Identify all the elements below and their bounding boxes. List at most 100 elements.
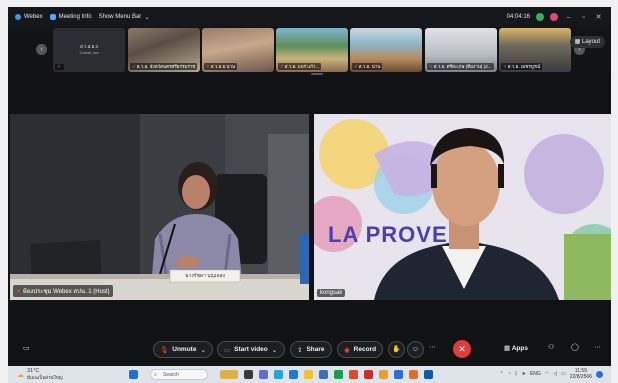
thumbnail-name: Cristal, me xyxy=(79,50,99,55)
video-tile-kongsak[interactable]: LA PROVE kongsak xyxy=(314,114,611,300)
thumbnail-name-label: ✕ส.ว.อ. ศรีสะเกษ (ทีมงาน) (Z... xyxy=(427,63,494,70)
meeting-info-button[interactable]: Meeting Info xyxy=(49,14,92,20)
show-menu-bar-label: Show Menu Bar xyxy=(98,14,142,20)
chevron-down-icon: ⌄ xyxy=(200,346,206,354)
minimize-icon[interactable]: – xyxy=(564,14,573,21)
layout-grid-icon: ▦ xyxy=(574,39,582,45)
host-name: ห้องประชุม Webex สปน. 1 (Host) xyxy=(22,289,110,295)
search-placeholder: Search xyxy=(163,372,179,378)
thumbnail-name: ส.ว.อ. เพชรบูรณ์ xyxy=(507,64,541,69)
close-icon[interactable]: ✕ xyxy=(594,13,603,21)
record-icon: ◉ xyxy=(344,346,350,354)
webex-app-menu[interactable]: Webex xyxy=(15,14,43,20)
taskbar-clock[interactable]: 11:59 22/8/2566 xyxy=(570,368,592,380)
network-icon[interactable]: ◔ xyxy=(508,371,511,377)
participant-thumbnail[interactable]: ✕ส.ว.อ. เพชรบูรณ์ xyxy=(499,28,571,72)
reactions-button[interactable]: ☺ xyxy=(407,341,424,358)
more-options-button[interactable]: ⋯ xyxy=(429,343,436,351)
thumbnail-mic-label: ✕ xyxy=(55,64,64,70)
filmstrip-resize-handle[interactable] xyxy=(311,73,323,75)
store-icon[interactable] xyxy=(289,370,298,379)
meeting-info-label: Meeting Info xyxy=(58,14,92,20)
unmute-button[interactable]: 🎙 Unmute ⌄ xyxy=(153,341,213,358)
chevron-up-icon[interactable]: ⌃ xyxy=(499,371,503,377)
layout-button[interactable]: ▦ Layout xyxy=(569,36,605,48)
share-label: Share xyxy=(306,346,325,353)
thumbnail-name: ส.ว.อ. แพร่ แก้ว... xyxy=(284,64,320,69)
battery-icon[interactable]: ▭ xyxy=(561,371,566,377)
thumbnail-name: ส.ว.อ.ย.น่าน xyxy=(210,64,236,69)
captions-icon[interactable]: ▭ xyxy=(23,344,30,352)
record-button[interactable]: ◉ Record xyxy=(337,341,383,358)
weather-desc: มีเมฆเป็นส่วนใหญ่ xyxy=(27,374,63,380)
meeting-controls: ▭ 🎙 Unmute ⌄ ▭ Start video ⌄ ⇪ Share ◉ R… xyxy=(8,335,611,365)
end-meeting-button[interactable]: ✕ xyxy=(453,340,471,358)
task-view-icon[interactable] xyxy=(244,370,253,379)
chat-app-icon[interactable] xyxy=(259,370,268,379)
file-explorer-icon[interactable] xyxy=(304,370,313,379)
app-icon[interactable] xyxy=(349,370,358,379)
smiley-icon: ☺ xyxy=(411,346,420,353)
host-nameplate: นางรัชดา บุญเจลง xyxy=(185,273,225,279)
start-video-button[interactable]: ▭ Start video ⌄ xyxy=(217,341,285,358)
participant-thumbnail[interactable]: ✕ส.ว.อ. ศรีสะเกษ (ทีมงาน) (Z... xyxy=(425,28,497,72)
recording-status-icon[interactable] xyxy=(550,13,558,21)
edge-icon[interactable] xyxy=(274,370,283,379)
participant-thumbnail[interactable]: ส.ว.อ.ย.3 Cristal, me ✕ xyxy=(53,28,125,72)
app-name: Webex xyxy=(24,14,43,20)
start-video-label: Start video xyxy=(234,346,268,353)
thumbnail-name-label: ✕ส.ว.อ.ย.น่าน xyxy=(204,63,238,70)
location-icon[interactable]: ➤ xyxy=(522,371,526,377)
record-label: Record xyxy=(353,346,377,353)
thumbnail-name-label: ✕ส.ว.อ. เพชรบูรณ์ xyxy=(501,63,543,70)
muted-mic-icon: ✕ xyxy=(132,64,136,69)
volume-icon[interactable]: ◁ xyxy=(553,371,557,377)
video-tile-host[interactable]: นางรัชดา บุญเจลง ✕ ห้องประชุม Webex สปน.… xyxy=(10,114,309,300)
restore-icon[interactable]: ▫ xyxy=(579,14,588,21)
close-icon: ✕ xyxy=(458,344,466,354)
webex-taskbar-icon[interactable] xyxy=(424,370,433,379)
connection-status-icon[interactable] xyxy=(536,13,544,21)
word-icon[interactable] xyxy=(394,370,403,379)
kongsak-video-label: kongsak xyxy=(317,289,346,297)
app-icon[interactable] xyxy=(334,370,343,379)
muted-mic-icon: ✕ xyxy=(280,64,284,69)
participant-thumbnail[interactable]: ✕ส.ว.อ. แพร่ แก้ว... xyxy=(276,28,348,72)
participant-thumbnail[interactable]: ✕ส.ว.อ. น่าน xyxy=(350,28,422,72)
show-menu-bar-button[interactable]: Show Menu Bar ⌄ xyxy=(99,14,150,21)
participants-icon[interactable]: ⚇ xyxy=(548,343,554,351)
more-icon[interactable]: ⋯ xyxy=(594,343,601,351)
raise-hand-button[interactable]: ✋ xyxy=(388,341,405,358)
thumbnail-name-label: ✕ส.ว.อ. น่าน xyxy=(352,63,383,70)
video-off-icon: ▭ xyxy=(224,346,231,354)
system-tray: ⌃ ◔ ᛒ ➤ ENG ◠ ◁ ▭ 11:59 22/8/2566 xyxy=(499,368,603,380)
filmstrip-prev-button[interactable]: ‹ xyxy=(36,44,47,55)
layout-label: Layout xyxy=(581,39,600,45)
weather-widget[interactable]: ☁ 31°C มีเมฆเป็นส่วนใหญ่ xyxy=(17,368,63,380)
bluetooth-icon[interactable]: ᛒ xyxy=(515,371,518,377)
share-button[interactable]: ⇪ Share xyxy=(290,341,332,358)
pdf-icon[interactable] xyxy=(364,370,373,379)
participant-thumbnail[interactable]: ✕ส.ว.อ. จังหวัดนครศรีธรรมราช xyxy=(128,28,200,72)
thumbnail-center-text: ส.ว.อ.ย.3 xyxy=(79,44,99,49)
cloud-icon: ☁ xyxy=(17,371,24,379)
app-icon[interactable] xyxy=(319,370,328,379)
windows-start-icon[interactable] xyxy=(129,370,138,379)
language-indicator[interactable]: ENG xyxy=(530,371,541,377)
notification-badge[interactable] xyxy=(596,370,603,378)
apps-button[interactable]: ▦ Apps xyxy=(504,344,528,352)
participant-filmstrip: ‹ ส.ว.อ.ย.3 Cristal, me ✕ ✕ส.ว.อ. จังหวั… xyxy=(8,27,611,77)
widget-icon[interactable] xyxy=(220,370,238,379)
powerpoint-icon[interactable] xyxy=(409,370,418,379)
chat-icon[interactable]: ◯ xyxy=(571,343,579,351)
host-video-feed xyxy=(10,114,309,300)
chevron-down-icon: ⌄ xyxy=(271,346,278,354)
wifi-icon[interactable]: ◠ xyxy=(545,371,549,377)
apps-label: Apps xyxy=(511,345,528,352)
taskbar-search[interactable]: ⌕ Search xyxy=(150,369,208,380)
muted-mic-icon: ✕ xyxy=(503,64,507,69)
participant-thumbnail[interactable]: ✕ส.ว.อ.ย.น่าน xyxy=(202,28,274,72)
chrome-icon[interactable] xyxy=(379,370,388,379)
muted-mic-icon: ✕ xyxy=(16,289,23,295)
thumbnail-name: ส.ว.อ. น่าน xyxy=(358,64,381,69)
